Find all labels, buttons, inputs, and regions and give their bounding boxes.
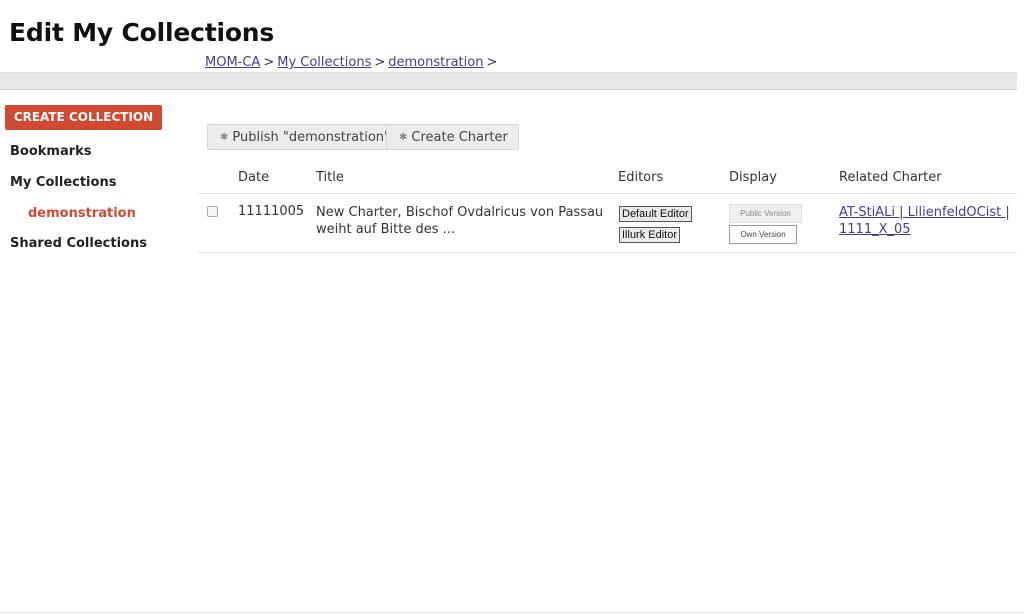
- breadcrumb-separator: >: [486, 55, 498, 70]
- gear-icon: ✱: [399, 131, 408, 143]
- create-charter-button[interactable]: ✱ Create Charter: [386, 124, 519, 150]
- breadcrumb-demonstration[interactable]: demonstration: [388, 55, 483, 70]
- page-title: Edit My Collections: [9, 18, 275, 47]
- breadcrumb-separator: >: [263, 55, 275, 70]
- table-header-divider: [197, 193, 1017, 194]
- default-editor-button[interactable]: Default Editor: [619, 206, 692, 222]
- row-date: 11111005: [238, 204, 305, 219]
- row-title: New Charter, Bischof Ovdalricus von Pass…: [316, 205, 604, 237]
- column-header-title: Title: [316, 170, 344, 185]
- create-collection-button[interactable]: CREATE COLLECTION: [5, 105, 162, 130]
- gear-icon: ✱: [220, 131, 229, 143]
- publish-button[interactable]: ✱ Publish "demonstration": [207, 124, 402, 150]
- create-charter-button-label: Create Charter: [411, 129, 508, 145]
- sidebar-item-demonstration[interactable]: demonstration: [28, 206, 136, 221]
- column-header-editors: Editors: [618, 170, 664, 185]
- breadcrumb-my-collections[interactable]: My Collections: [277, 55, 371, 70]
- row-checkbox[interactable]: [207, 206, 218, 217]
- publish-button-label: Publish "demonstration": [232, 129, 391, 145]
- related-charter-link[interactable]: AT-StiALi | LilienfeldOCist | 1111_X_05: [839, 204, 1011, 238]
- sidebar-item-shared-collections[interactable]: Shared Collections: [10, 236, 147, 251]
- column-header-display: Display: [729, 170, 777, 185]
- own-version-button[interactable]: Own Version: [729, 225, 797, 244]
- public-version-button[interactable]: Public Version: [729, 204, 802, 223]
- breadcrumb-mom-ca[interactable]: MOM-CA: [205, 55, 260, 70]
- sidebar-item-bookmarks[interactable]: Bookmarks: [10, 144, 92, 159]
- column-header-related-charter: Related Charter: [839, 170, 942, 185]
- header-bar: [0, 72, 1017, 90]
- breadcrumb: MOM-CA > My Collections > demonstration >: [205, 55, 500, 70]
- sidebar-item-my-collections[interactable]: My Collections: [10, 175, 116, 190]
- footer-divider: [0, 612, 1024, 613]
- breadcrumb-separator: >: [374, 55, 386, 70]
- illurk-editor-button[interactable]: Illurk Editor: [619, 227, 681, 243]
- table-row-divider: [197, 252, 1017, 253]
- column-header-date: Date: [238, 170, 270, 185]
